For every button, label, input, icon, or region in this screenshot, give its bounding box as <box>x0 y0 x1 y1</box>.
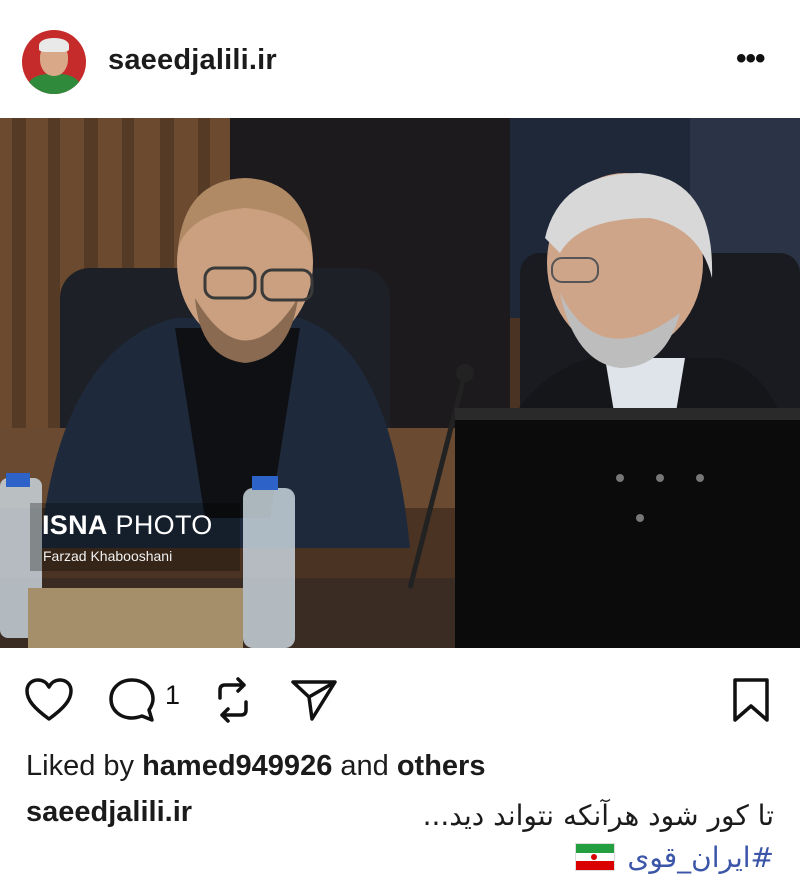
send-icon[interactable] <box>290 678 338 722</box>
watermark-brand: ISNA PHOTO <box>42 510 213 541</box>
likes-others[interactable]: others <box>397 750 486 782</box>
caption-username[interactable]: saeedjalili.ir <box>26 796 192 829</box>
post-header: saeedjalili.ir ••• <box>0 0 800 118</box>
photo-illustration <box>0 118 800 648</box>
likes-prefix: Liked by <box>26 750 135 782</box>
flag-iran-icon <box>575 843 616 871</box>
likes-line: Liked by hamed949926 and others <box>26 750 485 783</box>
avatar-shirt <box>28 74 80 94</box>
caption-hashtag[interactable]: #ایران_قوی <box>627 841 774 874</box>
more-options-icon[interactable]: ••• <box>736 44 765 74</box>
watermark-brand-bold: ISNA <box>42 510 108 540</box>
avatar-hair <box>39 38 69 52</box>
repost-icon[interactable] <box>212 676 254 724</box>
watermark-brand-rest: PHOTO <box>115 510 213 540</box>
comment-icon[interactable] <box>108 677 156 723</box>
caption-text: تا کور شود هرآنکه نتواند دید... <box>422 799 774 832</box>
comment-count[interactable]: 1 <box>165 680 180 711</box>
heart-icon[interactable] <box>24 678 74 722</box>
hashtag-row: #ایران_قوی <box>575 838 774 876</box>
bookmark-icon[interactable] <box>731 677 771 723</box>
watermark-credit: Farzad Khabooshani <box>43 548 173 564</box>
action-bar <box>0 648 800 748</box>
post-username[interactable]: saeedjalili.ir <box>108 44 277 77</box>
post-photo[interactable]: ISNA PHOTO Farzad Khabooshani <box>0 118 800 648</box>
avatar[interactable] <box>22 30 86 94</box>
likes-user[interactable]: hamed949926 <box>142 750 332 782</box>
likes-middle: and <box>340 750 389 782</box>
